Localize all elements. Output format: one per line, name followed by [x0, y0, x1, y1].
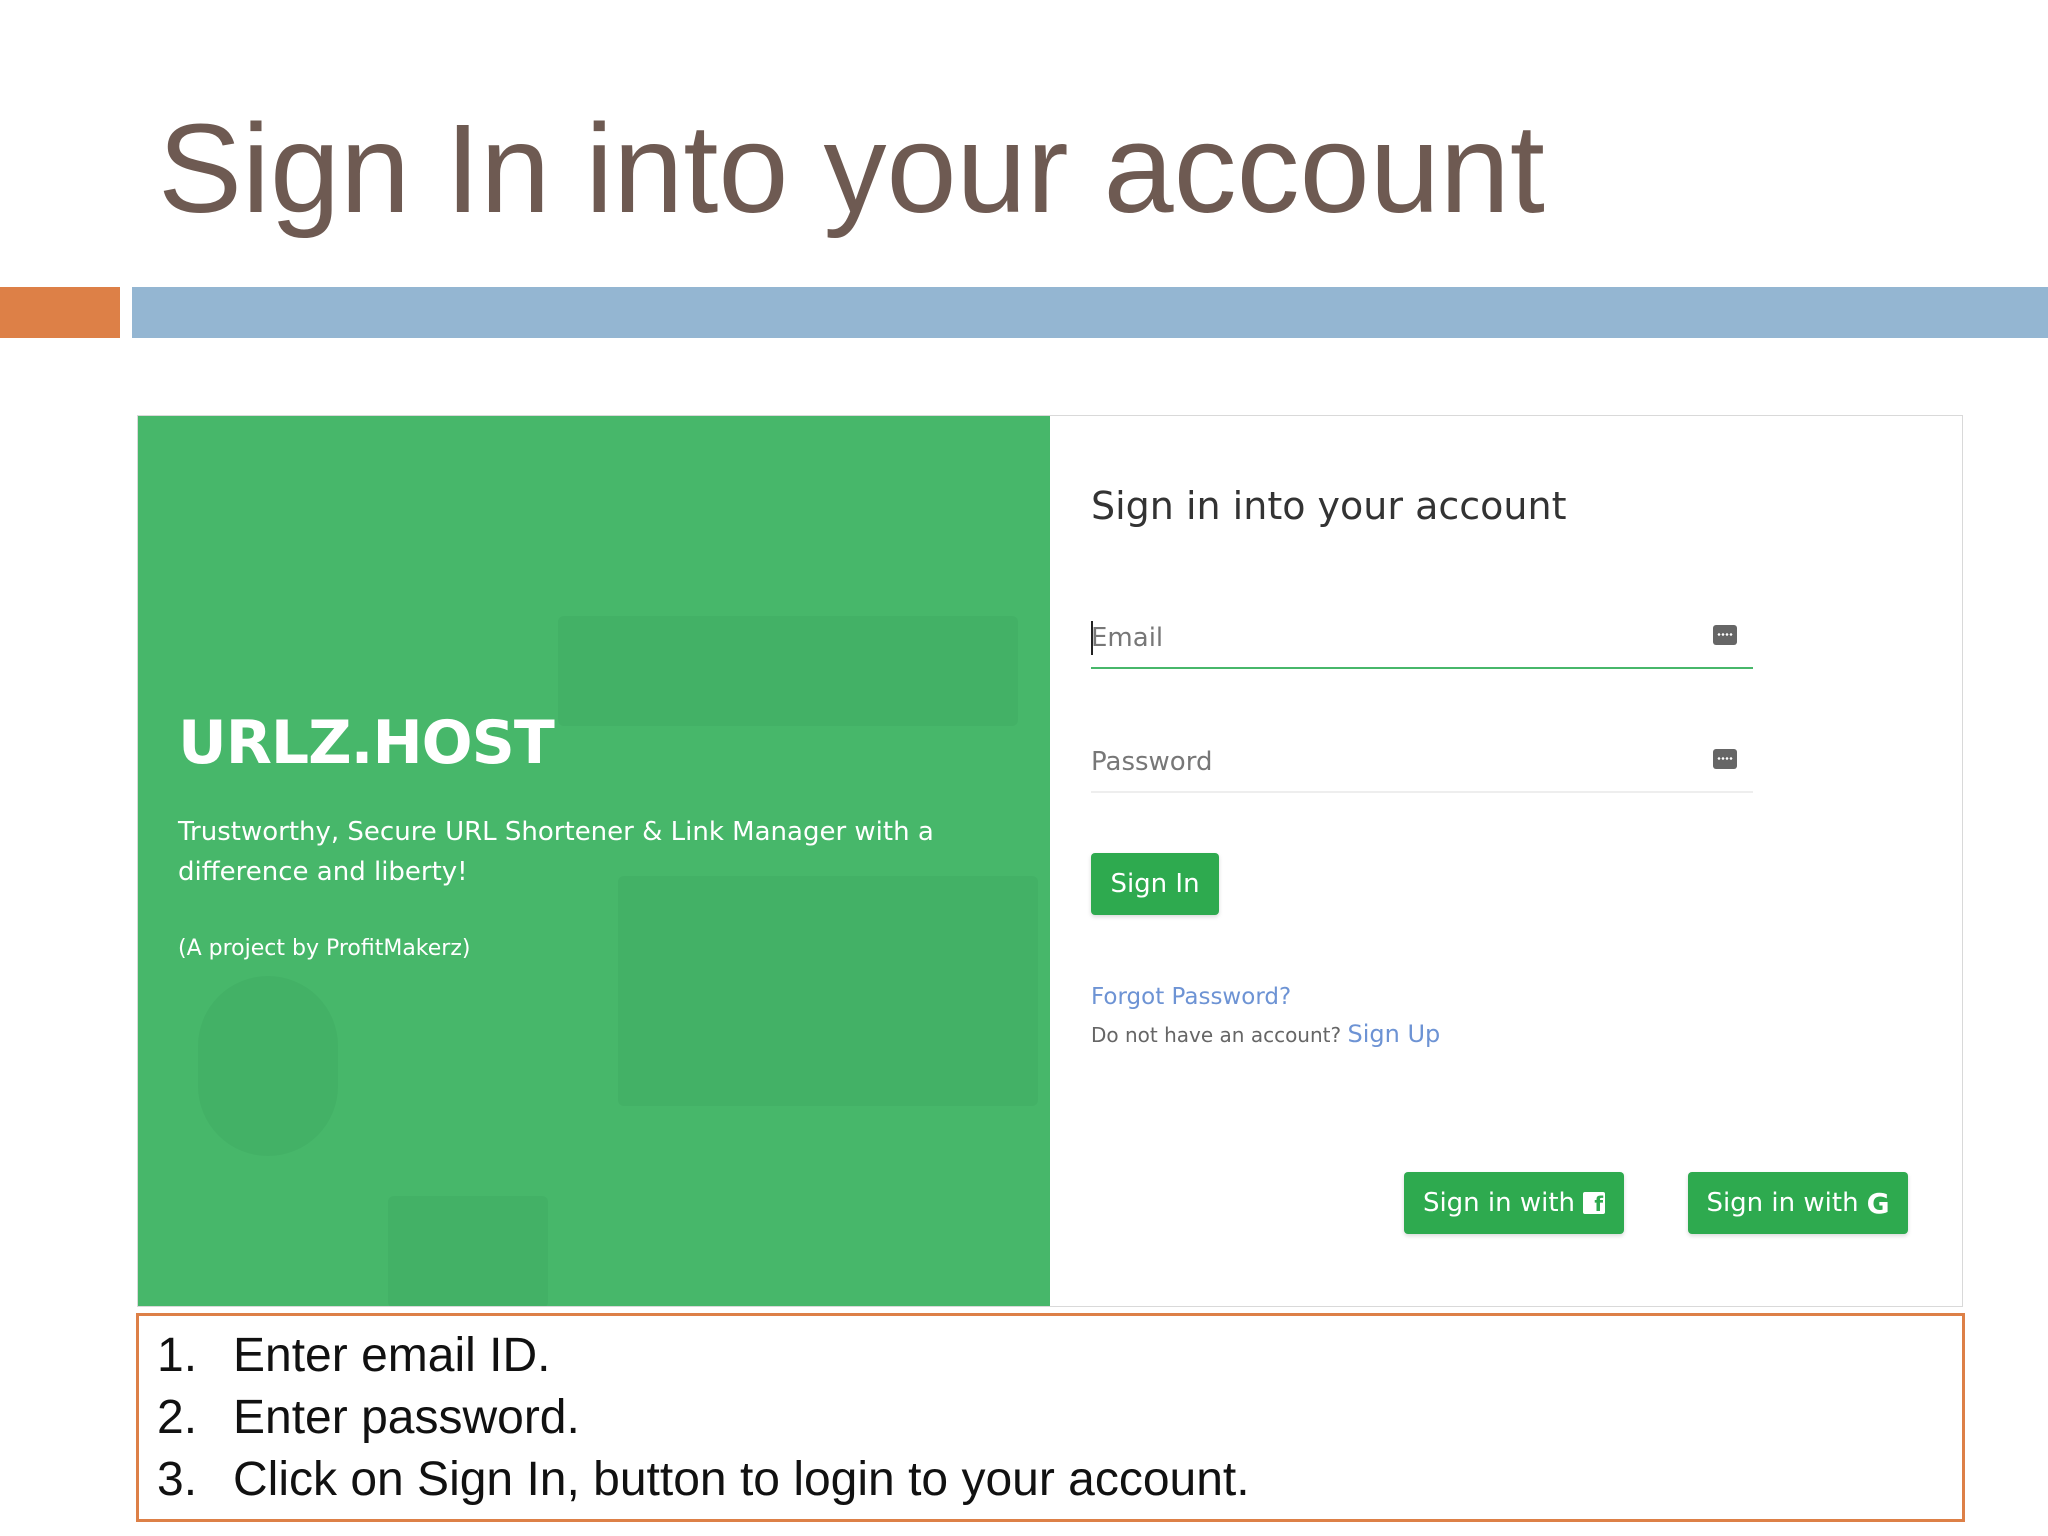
instructions-box: 1. Enter email ID. 2. Enter password. 3. Cl… — [136, 1313, 1965, 1522]
login-screenshot: URLZ.HOST Trustworthy, Secure URL Shorte… — [137, 415, 1963, 1307]
instruction-number: 1. — [157, 1329, 198, 1382]
sign-up-link[interactable]: Sign Up — [1347, 1020, 1440, 1048]
key-dots-icon[interactable] — [1713, 749, 1737, 769]
instruction-item: 1. Enter email ID. — [157, 1326, 550, 1386]
instruction-text: Enter email ID. — [233, 1329, 551, 1382]
google-button-label: Sign in with — [1706, 1188, 1859, 1218]
instruction-item: 2. Enter password. — [157, 1388, 580, 1448]
brand-tagline: Trustworthy, Secure URL Shortener & Link… — [178, 817, 934, 887]
background-laptop-shape — [558, 616, 1018, 726]
google-icon: G — [1866, 1186, 1890, 1220]
brand-project-credit: (A project by ProfitMakerz) — [178, 936, 471, 961]
key-dots-icon[interactable] — [1713, 625, 1737, 645]
background-block-shape — [388, 1196, 548, 1306]
sign-in-with-facebook-button[interactable]: Sign in with f — [1404, 1172, 1624, 1234]
accent-bar-orange — [0, 287, 120, 338]
forgot-password-link[interactable]: Forgot Password? — [1091, 984, 1291, 1010]
instruction-text: Enter password. — [233, 1391, 580, 1444]
password-input[interactable] — [1091, 735, 1691, 789]
instruction-number: 3. — [157, 1453, 198, 1506]
brand-panel: URLZ.HOST Trustworthy, Secure URL Shorte… — [138, 416, 1050, 1306]
slide: Sign In into your account URLZ.HOST Trus… — [0, 0, 2048, 1536]
form-heading: Sign in into your account — [1091, 484, 1567, 528]
signup-prompt: Do not have an account? Sign Up — [1091, 1020, 1440, 1048]
email-field[interactable] — [1091, 611, 1753, 669]
facebook-button-label: Sign in with — [1422, 1188, 1576, 1218]
accent-bar-blue — [132, 287, 2048, 338]
password-field[interactable] — [1091, 735, 1753, 793]
facebook-icon: f — [1583, 1192, 1606, 1216]
instruction-item: 3. Click on Sign In, button to login to y… — [157, 1450, 1250, 1510]
instruction-number: 2. — [157, 1391, 198, 1444]
slide-title: Sign In into your account — [158, 98, 1545, 239]
background-mug-shape — [198, 976, 338, 1156]
sign-in-button[interactable]: Sign In — [1091, 853, 1219, 915]
sign-in-with-google-button[interactable]: Sign in with G — [1688, 1172, 1908, 1234]
email-input[interactable] — [1091, 611, 1691, 665]
background-keyboard-shape — [618, 876, 1038, 1106]
brand-name: URLZ.HOST — [178, 708, 555, 778]
instruction-text: Click on Sign In, button to login to you… — [233, 1453, 1250, 1506]
signin-form-panel: Sign in into your account Sign In Forgot… — [1050, 416, 1962, 1306]
no-account-text: Do not have an account? — [1091, 1023, 1342, 1047]
